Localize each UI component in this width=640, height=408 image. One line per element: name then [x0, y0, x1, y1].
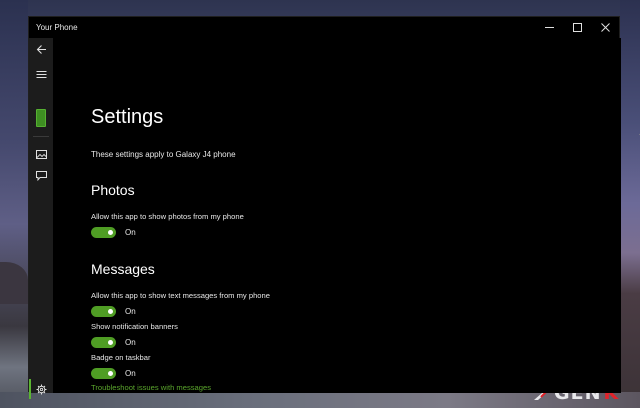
show-messages-label: Allow this app to show text messages fro… — [91, 291, 270, 300]
wallpaper-rock — [0, 262, 28, 304]
troubleshoot-messages-link[interactable]: Troubleshoot issues with messages — [91, 383, 211, 392]
back-button[interactable] — [29, 39, 53, 59]
close-icon — [600, 23, 610, 32]
photos-section-heading: Photos — [91, 182, 135, 198]
message-icon — [35, 170, 47, 181]
toggle-knob — [108, 339, 113, 345]
page-title: Settings — [91, 106, 164, 128]
show-messages-setting: On — [91, 305, 136, 317]
toggle-knob — [108, 308, 113, 314]
show-photos-state: On — [125, 227, 136, 237]
badge-taskbar-toggle[interactable] — [91, 367, 116, 379]
show-messages-state: On — [125, 306, 136, 316]
notification-banners-setting: On — [91, 336, 136, 348]
title-bar[interactable]: Your Phone — [29, 17, 619, 38]
notification-banners-label: Show notification banners — [91, 322, 178, 331]
back-arrow-icon — [36, 44, 46, 54]
settings-subtitle: These settings apply to Galaxy J4 phone — [91, 150, 236, 159]
menu-button[interactable] — [29, 64, 53, 84]
show-photos-toggle[interactable] — [91, 226, 116, 238]
notification-banners-state: On — [125, 337, 136, 347]
badge-taskbar-state: On — [125, 368, 136, 378]
hamburger-icon — [36, 70, 46, 78]
sidebar-divider — [33, 136, 49, 137]
show-photos-setting: On — [91, 226, 136, 238]
desktop-wallpaper-right — [620, 0, 640, 408]
sidebar-item-messages[interactable] — [29, 165, 53, 185]
app-title: Your Phone — [36, 23, 78, 32]
messages-section-heading: Messages — [91, 261, 155, 277]
desktop-wallpaper-left — [0, 0, 28, 408]
notification-banners-toggle[interactable] — [91, 336, 116, 348]
minimize-icon — [544, 27, 554, 28]
maximize-button[interactable] — [563, 17, 591, 38]
photos-icon — [35, 149, 47, 159]
nav-sidebar — [29, 38, 53, 399]
show-messages-toggle[interactable] — [91, 305, 116, 317]
close-button[interactable] — [591, 17, 619, 38]
toggle-knob — [108, 229, 113, 235]
settings-page: Settings These settings apply to Galaxy … — [53, 38, 640, 393]
phone-icon[interactable] — [36, 109, 46, 127]
maximize-icon — [572, 23, 582, 32]
your-phone-window: Your Phone Settings These settings apply… — [28, 16, 640, 399]
sidebar-item-photos[interactable] — [29, 144, 53, 164]
caption-buttons — [535, 17, 619, 38]
badge-taskbar-setting: On — [91, 367, 136, 379]
minimize-button[interactable] — [535, 17, 563, 38]
gear-icon — [36, 384, 46, 394]
sidebar-item-settings[interactable] — [29, 379, 53, 399]
badge-taskbar-label: Badge on taskbar — [91, 353, 151, 362]
toggle-knob — [108, 370, 113, 376]
show-photos-label: Allow this app to show photos from my ph… — [91, 212, 244, 221]
